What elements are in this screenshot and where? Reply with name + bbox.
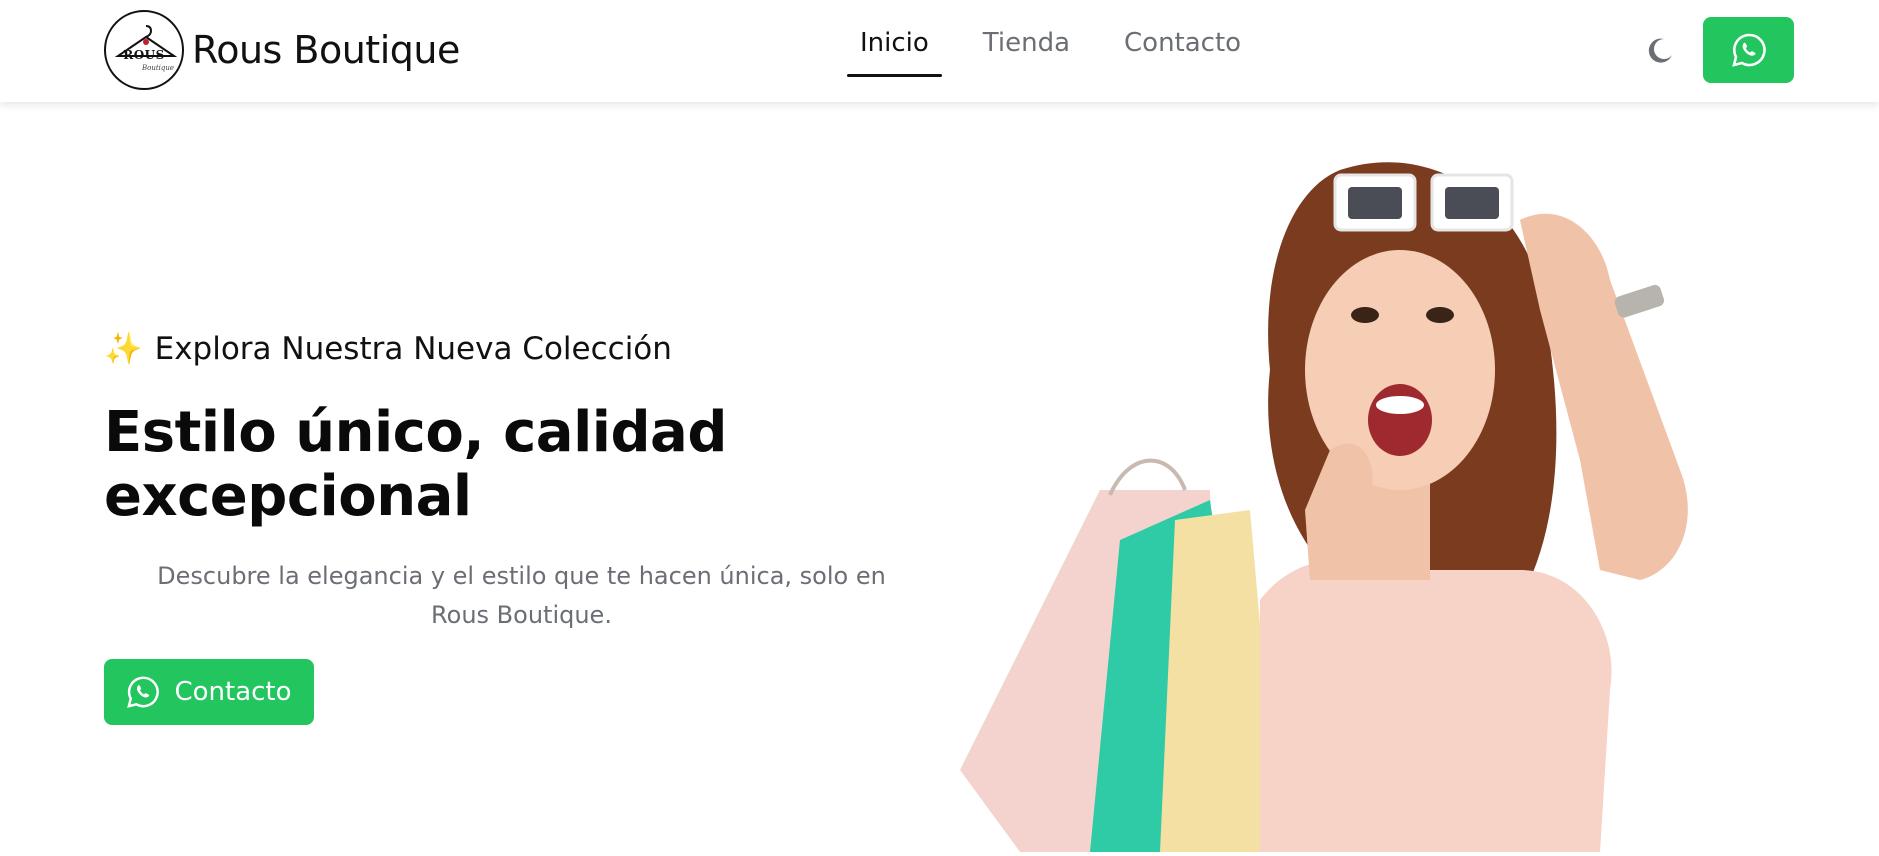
whatsapp-header-button[interactable] — [1703, 17, 1794, 83]
logo-subtext: Boutique — [142, 64, 175, 72]
sparkles-icon: ✨ — [104, 331, 143, 367]
moon-icon — [1648, 38, 1672, 63]
logo-text: ROUS — [123, 48, 165, 62]
hero-lead: Descubre la elegancia y el estilo que te… — [157, 562, 886, 629]
main-nav: Inicio Tienda Contacto — [847, 0, 1295, 102]
woman-with-shopping-bags-image — [960, 162, 1688, 852]
top-navbar: ROUS Boutique Rous Boutique Inicio Tiend… — [0, 0, 1879, 102]
hero-section: ✨ Explora Nuestra Nueva Colección Estilo… — [104, 330, 904, 725]
brand-logo: ROUS Boutique — [104, 10, 184, 90]
theme-toggle-button[interactable] — [1640, 30, 1680, 70]
nav-link-tienda[interactable]: Tienda — [983, 0, 1070, 78]
whatsapp-icon — [127, 676, 160, 708]
hero-eyebrow: ✨ Explora Nuestra Nueva Colección — [104, 330, 904, 368]
contacto-cta-button[interactable]: Contacto — [104, 659, 314, 725]
nav-link-contacto[interactable]: Contacto — [1124, 0, 1241, 78]
hero-headline: Estilo único, calidad excepcional — [104, 400, 727, 529]
brand-link[interactable]: ROUS Boutique Rous Boutique — [104, 10, 460, 90]
hero-eyebrow-text: Explora Nuestra Nueva Colección — [154, 330, 672, 367]
brand-name: Rous Boutique — [192, 28, 460, 72]
whatsapp-icon — [1731, 33, 1766, 67]
contacto-cta-label: Contacto — [174, 677, 292, 707]
nav-link-inicio[interactable]: Inicio — [847, 0, 942, 78]
hero-image — [960, 130, 1790, 852]
